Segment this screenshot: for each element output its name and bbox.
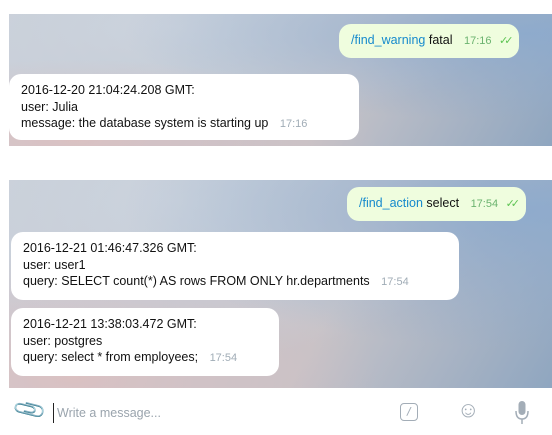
microphone-icon[interactable] — [514, 400, 530, 426]
message-line: user: user1 — [23, 257, 86, 272]
chat-panel-1: /find_warning fatal 17:16 ✓✓ 2016-12-20 … — [9, 14, 552, 146]
message-line: user: postgres — [23, 333, 103, 348]
incoming-message[interactable]: 2016-12-20 21:04:24.208 GMT: user: Julia… — [9, 74, 359, 140]
bot-command-link[interactable]: /find_action — [359, 196, 423, 210]
chat-panel-2: /find_action select 17:54 ✓✓ 2016-12-21 … — [9, 180, 552, 388]
command-argument: fatal — [428, 33, 453, 47]
message-line: query: SELECT count(*) AS rows FROM ONLY… — [23, 274, 409, 288]
message-line: user: Julia — [21, 99, 78, 114]
message-line: query: select * from employees; 17:54 — [23, 350, 238, 364]
outgoing-message[interactable]: /find_warning fatal 17:16 ✓✓ — [339, 24, 520, 58]
double-check-icon: ✓✓ — [498, 35, 514, 47]
message-composer: 📎 Write a message... / ☺ — [0, 391, 552, 435]
message-line: message: the database system is starting… — [21, 116, 308, 130]
paperclip-icon[interactable]: 📎 — [11, 391, 48, 428]
outgoing-message[interactable]: /find_action select 17:54 ✓✓ — [347, 187, 527, 221]
message-line: 2016-12-21 01:46:47.326 GMT: — [23, 241, 197, 255]
bot-command-link[interactable]: /find_warning — [351, 33, 425, 47]
incoming-message[interactable]: 2016-12-21 13:38:03.472 GMT: user: postg… — [11, 308, 279, 376]
double-check-icon: ✓✓ — [505, 198, 521, 210]
message-line: 2016-12-21 13:38:03.472 GMT: — [23, 317, 197, 331]
message-time: 17:54 — [381, 276, 409, 288]
message-line: 2016-12-20 21:04:24.208 GMT: — [21, 83, 195, 97]
text-cursor — [53, 403, 54, 423]
bot-command-icon[interactable]: / — [400, 403, 418, 421]
emoji-icon[interactable]: ☺ — [457, 397, 479, 423]
message-time: 17:54 — [470, 198, 499, 210]
message-time: 17:16 — [279, 118, 308, 130]
command-argument: select — [426, 196, 460, 210]
incoming-message[interactable]: 2016-12-21 01:46:47.326 GMT: user: user1… — [11, 232, 459, 300]
message-time: 17:16 — [463, 35, 492, 47]
message-input[interactable]: Write a message... — [57, 406, 161, 420]
message-time: 17:54 — [209, 352, 238, 364]
